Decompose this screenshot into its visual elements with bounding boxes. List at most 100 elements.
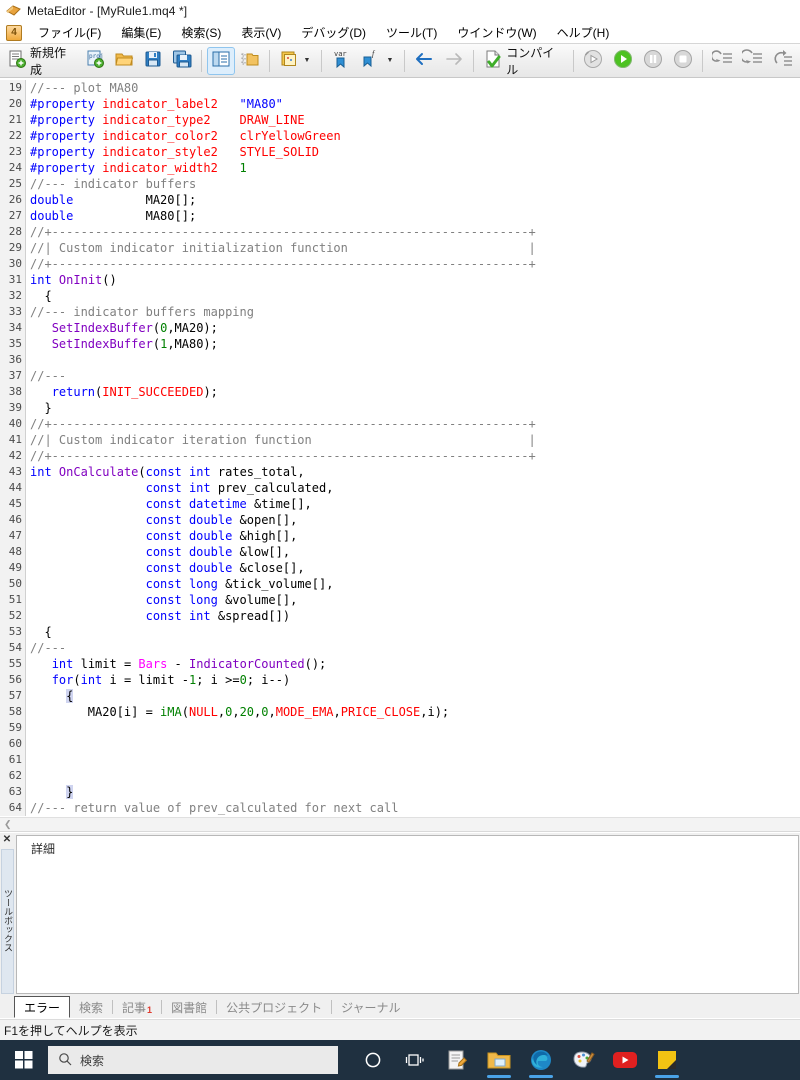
code-token: {: [30, 625, 52, 639]
open-button[interactable]: [110, 47, 138, 75]
tab-library[interactable]: 図書館: [162, 996, 216, 1018]
menu-item-tools[interactable]: ツール(T): [376, 21, 447, 44]
code-line[interactable]: 51 const long &volume[],: [0, 592, 800, 608]
code-line[interactable]: 45 const datetime &time[],: [0, 496, 800, 512]
code-line[interactable]: 27 double MA80[];: [0, 208, 800, 224]
microsoft-edge-icon[interactable]: [520, 1040, 562, 1080]
code-line[interactable]: 48 const double &low[],: [0, 544, 800, 560]
taskbar-search-input[interactable]: 検索: [48, 1046, 338, 1074]
code-line[interactable]: 38 return(INIT_SUCCEEDED);: [0, 384, 800, 400]
code-line[interactable]: 37 //---: [0, 368, 800, 384]
cortana-icon[interactable]: [352, 1040, 394, 1080]
menu-item-edit[interactable]: 編集(E): [111, 21, 171, 44]
tab-public-projects[interactable]: 公共プロジェクト: [217, 996, 331, 1018]
code-editor[interactable]: 19//--- plot MA80 20 #property indicator_l…: [0, 80, 800, 832]
code-line[interactable]: 41 //| Custom indicator iteration functio…: [0, 432, 800, 448]
code-line[interactable]: 43 int OnCalculate(const int rates_total,: [0, 464, 800, 480]
line-text: const double &close[],: [26, 560, 305, 576]
code-line[interactable]: 21 #property indicator_type2 DRAW_LINE: [0, 112, 800, 128]
code-line[interactable]: 36: [0, 352, 800, 368]
document-app-badge-icon[interactable]: 4: [6, 24, 22, 41]
code-line[interactable]: 22 #property indicator_color2 clrYellowGr…: [0, 128, 800, 144]
tab-search[interactable]: 検索: [70, 996, 112, 1018]
code-line[interactable]: 24 #property indicator_width2 1: [0, 160, 800, 176]
task-view-icon[interactable]: [394, 1040, 436, 1080]
line-number: 33: [0, 304, 26, 320]
notepad-icon[interactable]: [436, 1040, 478, 1080]
properties-button[interactable]: ▼: [275, 47, 315, 75]
code-line[interactable]: 55 int limit = Bars - IndicatorCounted()…: [0, 656, 800, 672]
code-line[interactable]: 46 const double &open[],: [0, 512, 800, 528]
code-line[interactable]: 30 //+-----------------------------------…: [0, 256, 800, 272]
code-line[interactable]: 47 const double &high[],: [0, 528, 800, 544]
menu-item-window[interactable]: ウインドウ(W): [447, 21, 546, 44]
run-button[interactable]: [609, 47, 638, 75]
code-line[interactable]: 53 {: [0, 624, 800, 640]
toolbox-vertical-tab[interactable]: ツールボックス: [1, 849, 14, 994]
save-button[interactable]: [139, 47, 167, 75]
code-line[interactable]: 32 {: [0, 288, 800, 304]
code-line[interactable]: 60: [0, 736, 800, 752]
code-line[interactable]: 26 double MA20[];: [0, 192, 800, 208]
new-project-button[interactable]: proj: [81, 47, 109, 75]
code-line[interactable]: 59: [0, 720, 800, 736]
code-line[interactable]: 62: [0, 768, 800, 784]
menu-item-debug[interactable]: デバッグ(D): [291, 21, 376, 44]
code-line[interactable]: 56 for(int i = limit -1; i >=0; i--): [0, 672, 800, 688]
navigator-button[interactable]: [207, 46, 236, 75]
code-line[interactable]: 25 //--- indicator buffers: [0, 176, 800, 192]
tab-journal[interactable]: ジャーナル: [332, 996, 409, 1018]
properties-dropdown-arrow-icon[interactable]: ▼: [302, 48, 311, 74]
folder-dotted-icon: [240, 49, 260, 72]
tab-errors[interactable]: エラー: [14, 996, 71, 1018]
code-line[interactable]: 44 const int prev_calculated,: [0, 480, 800, 496]
insert-variable-button[interactable]: var: [327, 47, 356, 75]
toolbox-button[interactable]: [236, 47, 264, 75]
code-line[interactable]: 28 //+-----------------------------------…: [0, 224, 800, 240]
compile-button[interactable]: コンパイル: [479, 46, 568, 77]
code-line[interactable]: 49 const double &close[],: [0, 560, 800, 576]
metaeditor-taskbar-icon[interactable]: [646, 1040, 688, 1080]
code-line[interactable]: 19 //--- plot MA80: [0, 80, 800, 96]
new-file-button[interactable]: 新規作成: [3, 46, 80, 77]
menu-item-file[interactable]: ファイル(F): [28, 21, 111, 44]
code-line[interactable]: 35 SetIndexBuffer(1,MA80);: [0, 336, 800, 352]
paint-icon[interactable]: [562, 1040, 604, 1080]
insert-function-button[interactable]: f ▼: [356, 47, 398, 75]
code-line[interactable]: 54 //---: [0, 640, 800, 656]
menu-item-help[interactable]: ヘルプ(H): [547, 21, 620, 44]
scroll-left-arrow-icon[interactable]: ❮: [0, 819, 12, 830]
code-line[interactable]: 29 //| Custom indicator initialization fu…: [0, 240, 800, 256]
back-button[interactable]: [410, 47, 439, 75]
code-line[interactable]: 40 //+-----------------------------------…: [0, 416, 800, 432]
menu-item-search[interactable]: 検索(S): [171, 21, 231, 44]
code-line[interactable]: 63 }: [0, 784, 800, 800]
code-line[interactable]: 33 //--- indicator buffers mapping: [0, 304, 800, 320]
code-line[interactable]: 61: [0, 752, 800, 768]
code-line[interactable]: 23 #property indicator_style2 STYLE_SOLID: [0, 144, 800, 160]
code-line[interactable]: 20 #property indicator_label2 "MA80": [0, 96, 800, 112]
code-lines-container[interactable]: 19//--- plot MA80 20 #property indicator_l…: [0, 80, 800, 816]
save-all-button[interactable]: [168, 47, 196, 75]
toolbox-content[interactable]: 詳細: [16, 835, 799, 994]
code-line[interactable]: 39 }: [0, 400, 800, 416]
code-line[interactable]: 50 const long &tick_volume[],: [0, 576, 800, 592]
code-line[interactable]: 64 //--- return value of prev_calculated …: [0, 800, 800, 816]
editor-horizontal-scrollbar[interactable]: ❮: [0, 817, 800, 831]
code-line[interactable]: 42 //+-----------------------------------…: [0, 448, 800, 464]
code-line[interactable]: 57 {: [0, 688, 800, 704]
close-icon[interactable]: ✕: [0, 833, 14, 847]
youtube-icon[interactable]: [604, 1040, 646, 1080]
file-explorer-icon[interactable]: [478, 1040, 520, 1080]
code-line[interactable]: 34 SetIndexBuffer(0,MA20);: [0, 320, 800, 336]
function-dropdown-arrow-icon[interactable]: ▼: [385, 48, 394, 74]
start-button[interactable]: [0, 1040, 48, 1080]
code-line[interactable]: 31 int OnInit(): [0, 272, 800, 288]
step-into-icon: [710, 49, 734, 72]
code-line[interactable]: 58 MA20[i] = iMA(NULL,0,20,0,MODE_EMA,PR…: [0, 704, 800, 720]
code-line[interactable]: 52 const int &spread[]): [0, 608, 800, 624]
menu-item-view[interactable]: 表示(V): [231, 21, 291, 44]
tab-articles[interactable]: 記事 1: [113, 996, 161, 1018]
